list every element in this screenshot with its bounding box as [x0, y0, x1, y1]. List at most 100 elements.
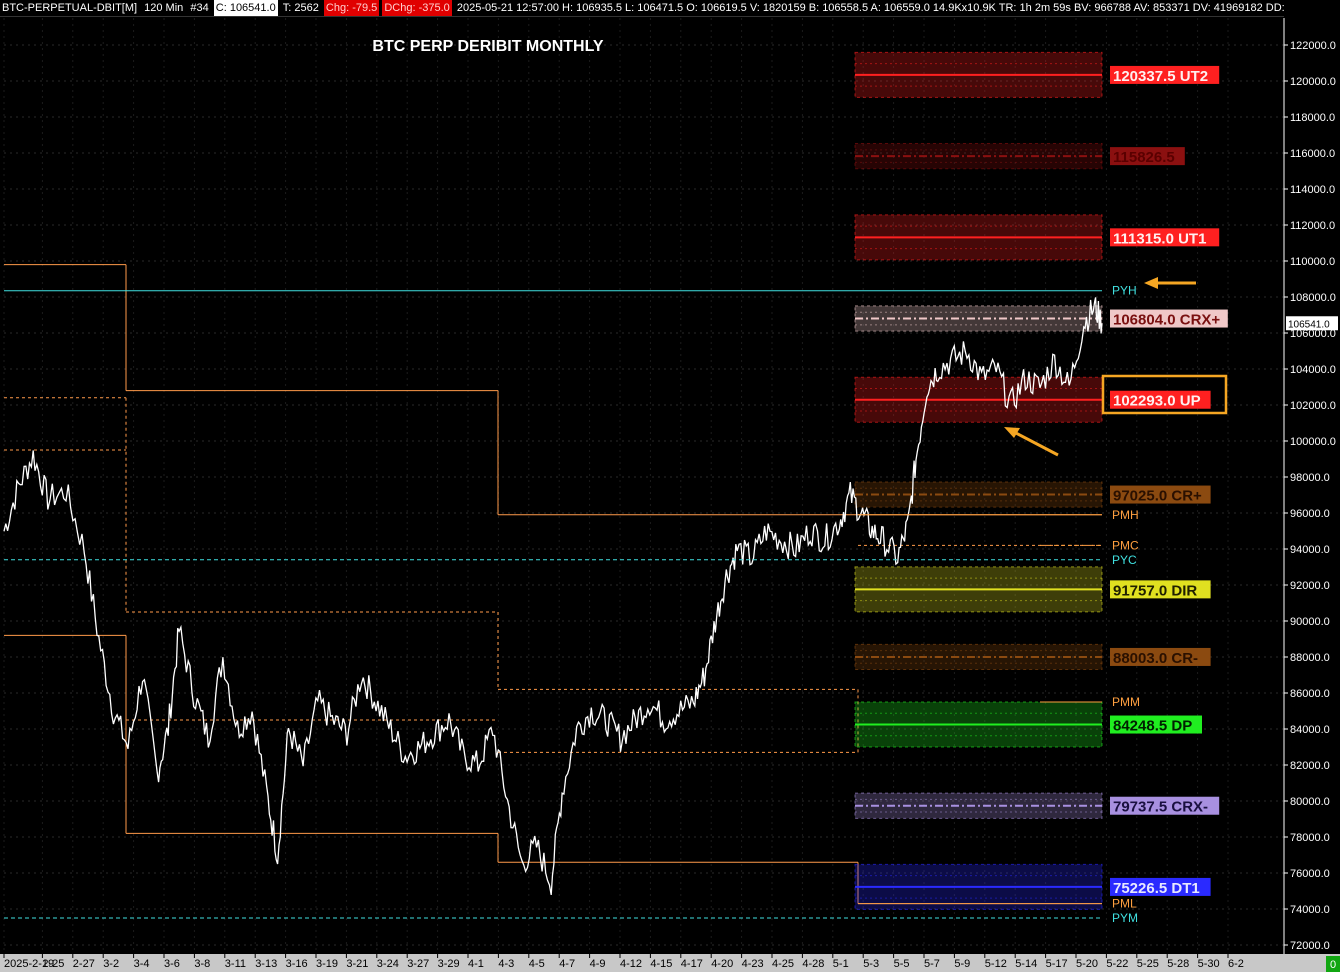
level-band: [854, 143, 1103, 170]
x-tick-label: 5-30: [1198, 958, 1220, 970]
y-tick-label: 94000.0: [1290, 544, 1330, 556]
arrow-shaft: [1011, 429, 1059, 457]
x-tick-label: 2-25: [42, 958, 64, 970]
x-tick-label: 4-28: [802, 958, 824, 970]
level-label: 102293.0 UP: [1113, 393, 1201, 410]
level-band: [854, 214, 1103, 261]
marker-label: PYM: [1112, 911, 1138, 925]
chart-title: BTC PERP DERIBIT MONTHLY: [372, 38, 603, 55]
x-tick-label: 3-24: [377, 958, 399, 970]
x-tick-label: 3-11: [225, 958, 246, 970]
level-labels: 120337.5 UT2 115826.5 111315.0 UT1 106804.0…: [1110, 65, 1228, 897]
level-label: 88003.0 CR-: [1113, 650, 1198, 667]
x-tick-label: 4-25: [772, 958, 794, 970]
marker-label: PYH: [1112, 284, 1137, 298]
level-label: 84248.5 DP: [1113, 718, 1192, 735]
level-band: [854, 566, 1103, 613]
x-tick-label: 3-21: [346, 958, 368, 970]
y-axis: 122000.0 120000.0 118000.0 116000.0 114000.0…: [1283, 18, 1338, 954]
y-tick-label: 80000.0: [1290, 796, 1330, 808]
marker-label: PMM: [1112, 695, 1140, 709]
y-tick-label: 76000.0: [1290, 868, 1330, 880]
x-tick-label: 5-9: [954, 958, 970, 970]
x-tick-label: 3-6: [164, 958, 180, 970]
x-tick-label: 4-7: [559, 958, 575, 970]
x-tick-label: 5-14: [1015, 958, 1037, 970]
x-tick-label: 5-22: [1106, 958, 1128, 970]
level-band: [854, 701, 1103, 748]
corner-value: 0: [1330, 959, 1336, 971]
y-tick-label: 88000.0: [1290, 652, 1330, 664]
x-tick-label: 4-20: [711, 958, 733, 970]
marker-label: PML: [1112, 897, 1137, 911]
level-bands: [854, 51, 1103, 910]
x-tick-label: 3-13: [255, 958, 277, 970]
y-tick-label: 98000.0: [1290, 472, 1330, 484]
y-tick-label: 100000.0: [1290, 436, 1336, 448]
y-tick-label: 72000.0: [1290, 940, 1330, 952]
x-tick-label: 5-1: [833, 958, 849, 970]
y-tick-label: 96000.0: [1290, 508, 1330, 520]
y-tick-label: 114000.0: [1290, 184, 1335, 196]
level-band: [854, 643, 1103, 671]
y-tick-label: 86000.0: [1290, 688, 1330, 700]
level-band: [854, 863, 1103, 910]
x-axis: 2025-2-192-25 2-27 3-2 3-4 3-6 3-8 3-11 3-13 3-1…: [0, 954, 1340, 972]
level-label: 91757.0 DIR: [1113, 582, 1197, 599]
y-tick-label: 104000.0: [1290, 364, 1336, 376]
x-tick-label: 2-27: [73, 958, 95, 970]
x-tick-label: 3-27: [407, 958, 429, 970]
level-label: 115826.5: [1113, 149, 1175, 166]
y-tick-label: 118000.0: [1290, 112, 1335, 124]
y-tick-label: 92000.0: [1290, 580, 1330, 592]
x-tick-label: 4-3: [498, 958, 514, 970]
y-tick-label: 82000.0: [1290, 760, 1330, 772]
level-label: 111315.0 UT1: [1113, 230, 1206, 247]
y-tick-label: 108000.0: [1290, 292, 1336, 304]
y-tick-label: 112000.0: [1290, 220, 1335, 232]
y-tick-label: 110000.0: [1290, 256, 1335, 268]
x-tick-label: 4-23: [742, 958, 764, 970]
x-tick-label: 4-12: [620, 958, 642, 970]
x-tick-label: 5-5: [894, 958, 910, 970]
level-band: [854, 51, 1103, 98]
x-tick-label: 3-19: [316, 958, 338, 970]
x-tick-label: 5-7: [924, 958, 940, 970]
y-tick-label: 90000.0: [1290, 616, 1330, 628]
price-chart[interactable]: PYH PMH PMCPYC PMM PMLPYM 120337.5 UT2 115826…: [0, 0, 1340, 972]
annotations: [1004, 277, 1228, 457]
y-tick-label: 74000.0: [1290, 904, 1330, 916]
marker-label: PMC: [1112, 538, 1139, 552]
marker-label: PYC: [1112, 553, 1137, 567]
x-tick-label: 3-8: [194, 958, 210, 970]
x-tick-label: 4-9: [590, 958, 606, 970]
x-tick-label: 3-2: [103, 958, 119, 970]
arrow-head: [1144, 277, 1158, 289]
level-band: [854, 481, 1103, 508]
level-band: [854, 305, 1103, 332]
level-band: [854, 792, 1103, 819]
y-tick-label: 102000.0: [1290, 400, 1336, 412]
y-tick-label: 78000.0: [1290, 832, 1330, 844]
level-label: 97025.0 CR+: [1113, 488, 1202, 505]
level-label: 75226.5 DT1: [1113, 880, 1200, 897]
x-tick-label: 4-1: [468, 958, 484, 970]
x-tick-label: 3-29: [438, 958, 460, 970]
x-tick-label: 3-16: [286, 958, 308, 970]
last-price-label: 106541.0: [1288, 319, 1330, 330]
x-tick-label: 5-20: [1076, 958, 1098, 970]
x-tick-label: 4-17: [681, 958, 703, 970]
level-label: 79737.5 CRX-: [1113, 799, 1208, 816]
level-label: 120337.5 UT2: [1113, 68, 1208, 85]
level-band: [854, 376, 1103, 423]
x-tick-label: 5-25: [1137, 958, 1159, 970]
x-tick-label: 5-17: [1046, 958, 1068, 970]
y-tick-label: 84000.0: [1290, 724, 1330, 736]
x-tick-label: 4-15: [650, 958, 672, 970]
y-tick-label: 122000.0: [1290, 40, 1336, 52]
x-tick-label: 5-12: [985, 958, 1007, 970]
x-tick-label: 4-5: [529, 958, 545, 970]
x-tick-label: 5-3: [863, 958, 879, 970]
x-tick-label: 6-2: [1228, 958, 1244, 970]
level-label: 106804.0 CRX+: [1113, 312, 1220, 329]
